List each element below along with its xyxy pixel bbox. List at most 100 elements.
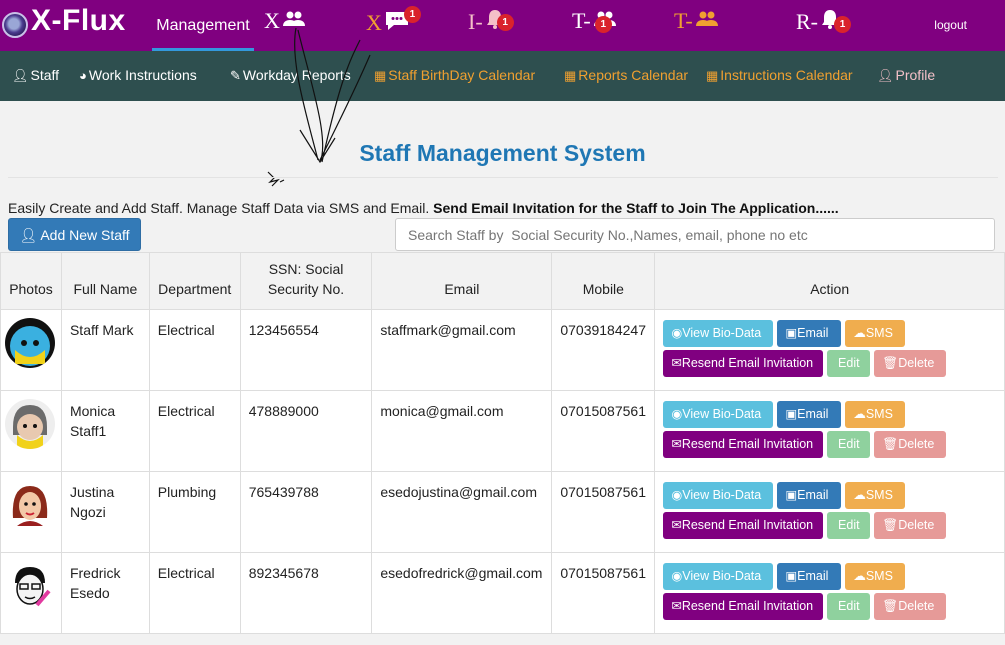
sms-button[interactable]: ☁SMS bbox=[845, 563, 906, 590]
cell-department: Electrical bbox=[148, 309, 241, 391]
inbox-icon: ▣ bbox=[785, 326, 798, 340]
delete-label: Delete bbox=[898, 356, 935, 370]
user-icon: 👤︎ bbox=[19, 227, 38, 243]
cell-department: Electrical bbox=[148, 552, 241, 634]
cell-ssn: 892345678 bbox=[239, 552, 373, 634]
logout-link[interactable]: logout bbox=[934, 18, 967, 32]
email-button[interactable]: ▣Email bbox=[777, 482, 842, 509]
nav-t-label: T- bbox=[572, 8, 591, 33]
cell-name: Monica Staff1 bbox=[60, 390, 150, 472]
subnav-reports-calendar[interactable]: ▦ Reports Calendar bbox=[564, 67, 688, 84]
subnav-instructions-calendar[interactable]: ▦ Instructions Calendar bbox=[706, 67, 853, 84]
trash-icon: 🗑︎ bbox=[882, 599, 899, 613]
add-new-staff-button[interactable]: 👤︎ Add New Staff bbox=[8, 218, 141, 251]
delete-button[interactable]: 🗑︎Delete bbox=[874, 593, 947, 620]
avatar[interactable] bbox=[5, 399, 55, 449]
delete-button[interactable]: 🗑︎Delete bbox=[874, 512, 947, 539]
action-cell: ◉View Bio-Data ▣Email ☁SMS ✉Resend Email… bbox=[654, 471, 1005, 553]
messages-badge: 1 bbox=[403, 6, 421, 23]
header-action: Action bbox=[654, 252, 1005, 310]
table-header-row: Photos Full Name Department SSN: Social … bbox=[0, 252, 1005, 310]
subnav-reports-calendar-label: Reports Calendar bbox=[578, 67, 689, 83]
cell-mobile: 07015087561 bbox=[551, 471, 656, 553]
subnav-work-instructions[interactable]: ◕ Work Instructions bbox=[79, 67, 197, 83]
cell-name: Fredrick Esedo bbox=[60, 552, 150, 634]
edit-button[interactable]: Edit bbox=[827, 350, 871, 377]
subnav-profile[interactable]: 👤︎ Profile bbox=[877, 67, 935, 84]
subnav-staff[interactable]: 👤︎ Staff bbox=[12, 67, 59, 84]
view-bio-data-button[interactable]: ◉View Bio-Data bbox=[663, 563, 774, 590]
action-cell: ◉View Bio-Data ▣Email ☁SMS ✉Resend Email… bbox=[654, 390, 1005, 472]
avatar[interactable] bbox=[5, 318, 55, 368]
logo-icon[interactable] bbox=[2, 12, 28, 38]
edit-button[interactable]: Edit bbox=[827, 593, 871, 620]
cell-ssn: 478889000 bbox=[239, 390, 373, 472]
nav-i-label: I- bbox=[468, 9, 483, 34]
user-icon: 👤︎ bbox=[12, 68, 29, 83]
email-button[interactable]: ▣Email bbox=[777, 320, 842, 347]
sms-label: SMS bbox=[865, 407, 893, 421]
envelope-icon: ✉ bbox=[671, 356, 682, 370]
header-full-name: Full Name bbox=[60, 252, 150, 310]
table-row: Fredrick Esedo Electrical 892345678 esed… bbox=[0, 552, 1005, 634]
cell-department: Electrical bbox=[148, 390, 241, 472]
nav-t-team[interactable]: T- 1 bbox=[572, 8, 617, 34]
photo-cell bbox=[0, 390, 62, 472]
email-button[interactable]: ▣Email bbox=[777, 563, 842, 590]
sms-button[interactable]: ☁SMS bbox=[845, 401, 906, 428]
view-bio-data-label: View Bio-Data bbox=[682, 569, 762, 583]
nav-r-reports[interactable]: R- 1 bbox=[796, 8, 851, 36]
avatar[interactable] bbox=[5, 561, 55, 611]
cell-email: monica@gmail.com bbox=[371, 390, 553, 472]
cell-email: staffmark@gmail.com bbox=[371, 309, 553, 391]
resend-email-invitation-button[interactable]: ✉Resend Email Invitation bbox=[663, 350, 824, 377]
view-bio-data-button[interactable]: ◉View Bio-Data bbox=[663, 401, 774, 428]
resend-email-invitation-button[interactable]: ✉Resend Email Invitation bbox=[663, 593, 824, 620]
nav-i-notifications[interactable]: I- 1 bbox=[468, 8, 514, 36]
cell-mobile: 07039184247 bbox=[551, 309, 656, 391]
eye-icon: ◉ bbox=[671, 488, 683, 502]
top-navbar: X-Flux Management X X 1 I- 1 T- 1 T- R- … bbox=[0, 0, 1005, 51]
bell-icon: 1 bbox=[820, 8, 851, 36]
table-row: Staff Mark Electrical 123456554 staffmar… bbox=[0, 309, 1005, 391]
subnav-profile-label: Profile bbox=[895, 67, 936, 83]
edit-button[interactable]: Edit bbox=[827, 431, 871, 458]
eye-icon: ◉ bbox=[671, 569, 683, 583]
calendar-icon: ▦ bbox=[564, 68, 577, 83]
brand-name[interactable]: X-Flux bbox=[31, 4, 126, 38]
cell-ssn: 123456554 bbox=[239, 309, 373, 391]
subnav-birthday-calendar[interactable]: ▦ Staff BirthDay Calendar bbox=[374, 67, 535, 84]
intro-text-bold: Send Email Invitation for the Staff to J… bbox=[433, 200, 839, 216]
email-label: Email bbox=[797, 326, 829, 340]
avatar[interactable] bbox=[5, 480, 55, 530]
management-tab[interactable]: Management bbox=[152, 0, 254, 51]
photo-cell bbox=[0, 471, 62, 553]
photo-cell bbox=[0, 552, 62, 634]
resend-email-invitation-button[interactable]: ✉Resend Email Invitation bbox=[663, 431, 824, 458]
view-bio-data-button[interactable]: ◉View Bio-Data bbox=[663, 320, 774, 347]
header-email: Email bbox=[371, 252, 553, 310]
edit-button[interactable]: Edit bbox=[827, 512, 871, 539]
subnav-work-instructions-label: Work Instructions bbox=[88, 67, 197, 83]
table-row: Justina Ngozi Plumbing 765439788 esedoju… bbox=[0, 471, 1005, 553]
resend-email-invitation-button[interactable]: ✉Resend Email Invitation bbox=[663, 512, 824, 539]
cloud-icon: ☁ bbox=[853, 488, 866, 502]
subnav-instructions-calendar-label: Instructions Calendar bbox=[720, 67, 853, 83]
sms-button[interactable]: ☁SMS bbox=[845, 320, 906, 347]
delete-button[interactable]: 🗑︎Delete bbox=[874, 350, 947, 377]
delete-button[interactable]: 🗑︎Delete bbox=[874, 431, 947, 458]
cloud-icon: ☁ bbox=[853, 407, 866, 421]
view-bio-data-button[interactable]: ◉View Bio-Data bbox=[663, 482, 774, 509]
nav-t-team-orange[interactable]: T- bbox=[674, 8, 719, 34]
sms-label: SMS bbox=[865, 488, 893, 502]
search-staff-input[interactable] bbox=[395, 218, 995, 251]
page-title: Staff Management System bbox=[359, 140, 646, 166]
envelope-icon: ✉ bbox=[671, 437, 682, 451]
inbox-icon: ▣ bbox=[785, 407, 798, 421]
email-button[interactable]: ▣Email bbox=[777, 401, 842, 428]
i-badge: 1 bbox=[496, 14, 514, 31]
cell-email: esedojustina@gmail.com bbox=[371, 471, 553, 553]
handdrawn-arrow-scribble bbox=[267, 27, 371, 187]
view-bio-data-label: View Bio-Data bbox=[682, 407, 762, 421]
sms-button[interactable]: ☁SMS bbox=[845, 482, 906, 509]
